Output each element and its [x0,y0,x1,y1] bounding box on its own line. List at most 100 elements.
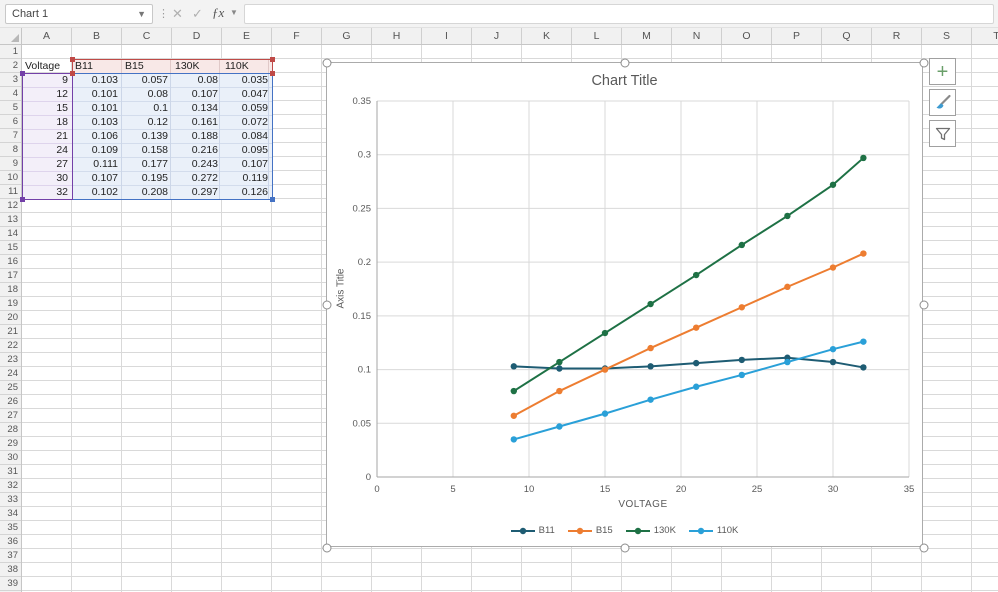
column-header-j[interactable]: J [472,28,522,44]
cell-value[interactable]: 0.272 [172,171,222,185]
row-header-17[interactable]: 17 [0,269,21,283]
data-point-130k[interactable] [829,181,837,188]
select-all-corner[interactable] [0,28,22,45]
data-point-130k[interactable] [601,329,609,337]
cell-value[interactable]: 0.08 [172,73,222,87]
cell-value[interactable]: 0.119 [222,171,272,185]
row-header-12[interactable]: 12 [0,199,21,213]
insert-function-icon[interactable]: ƒx [212,5,224,21]
cell-value[interactable]: 24 [22,143,72,157]
cell-value[interactable]: 0.243 [172,157,222,171]
column-header-n[interactable]: N [672,28,722,44]
row-header-1[interactable]: 1 [0,45,21,59]
row-header-2[interactable]: 2 [0,59,21,73]
cell-value[interactable]: 0.111 [72,157,122,171]
resize-handle-w[interactable] [322,300,332,310]
data-point-110k[interactable] [784,358,791,366]
row-header-15[interactable]: 15 [0,241,21,255]
cell-value[interactable]: 0.12 [122,115,172,129]
cell-value[interactable]: 0.188 [172,129,222,143]
column-header-t[interactable]: T [972,28,998,44]
row-header-19[interactable]: 19 [0,297,21,311]
chart-title[interactable]: Chart Title [327,73,922,89]
cell-value[interactable]: 0.08 [122,87,172,101]
data-point-110k[interactable] [601,410,609,417]
column-header-g[interactable]: G [322,28,372,44]
data-point-130k[interactable] [784,212,791,220]
data-point-b15[interactable] [738,304,745,311]
cell-series-header[interactable]: 130K [172,59,222,73]
row-header-4[interactable]: 4 [0,87,21,101]
column-header-r[interactable]: R [872,28,922,44]
cell-value[interactable]: 0.059 [222,101,272,115]
chart-legend[interactable]: B11 B15 130K 110K [327,525,922,536]
cell-value[interactable]: 0.208 [122,185,172,199]
series-line-b11[interactable] [512,356,865,370]
cell-value[interactable]: 0.072 [222,115,272,129]
row-header-35[interactable]: 35 [0,521,21,535]
row-header-5[interactable]: 5 [0,101,21,115]
cell-category-header[interactable]: Voltage [22,59,72,73]
cell-value[interactable]: 0.102 [72,185,122,199]
data-point-b11[interactable] [693,359,700,367]
data-point-110k[interactable] [510,436,517,443]
resize-handle-n[interactable] [620,58,630,68]
series-line-110k[interactable] [512,340,865,441]
row-header-20[interactable]: 20 [0,311,21,325]
cell-value[interactable]: 0.107 [222,157,272,171]
row-header-16[interactable]: 16 [0,255,21,269]
cell-value[interactable]: 0.139 [122,129,172,143]
cell-value[interactable]: 0.107 [172,87,222,101]
row-header-29[interactable]: 29 [0,437,21,451]
cell-value[interactable]: 12 [22,87,72,101]
row-header-8[interactable]: 8 [0,143,21,157]
resize-handle-se[interactable] [919,543,929,553]
data-point-b15[interactable] [784,283,791,291]
cell-value[interactable]: 0.103 [72,115,122,129]
column-header-b[interactable]: B [72,28,122,44]
column-header-k[interactable]: K [522,28,572,44]
cell-series-header[interactable]: 110K [222,59,272,73]
data-point-b11[interactable] [738,356,745,364]
chart-styles-button[interactable] [929,89,956,116]
data-point-b15[interactable] [829,264,837,271]
resize-handle-e[interactable] [919,300,929,310]
column-header-a[interactable]: A [22,28,72,44]
column-header-c[interactable]: C [122,28,172,44]
cell-value[interactable]: 0.095 [222,143,272,157]
name-box[interactable]: Chart 1 ▼ [5,4,153,24]
data-point-b15[interactable] [860,250,867,257]
row-header-6[interactable]: 6 [0,115,21,129]
column-header-l[interactable]: L [572,28,622,44]
row-header-31[interactable]: 31 [0,465,21,479]
data-point-b15[interactable] [693,324,700,331]
row-header-38[interactable]: 38 [0,563,21,577]
row-header-3[interactable]: 3 [0,73,21,87]
cell-value[interactable]: 27 [22,157,72,171]
chart-filters-button[interactable] [929,120,956,147]
data-point-130k[interactable] [556,358,563,366]
row-header-37[interactable]: 37 [0,549,21,563]
chart-elements-button[interactable]: + [929,58,956,85]
chevron-down-icon[interactable]: ▼ [137,9,146,19]
cell-series-header[interactable]: B11 [72,59,122,73]
column-header-q[interactable]: Q [822,28,872,44]
data-point-110k[interactable] [647,396,654,403]
row-header-23[interactable]: 23 [0,353,21,367]
row-header-26[interactable]: 26 [0,395,21,409]
data-point-b11[interactable] [829,358,837,366]
cell-value[interactable]: 0.126 [222,185,272,199]
data-point-130k[interactable] [647,300,654,308]
cell-value[interactable]: 32 [22,185,72,199]
resize-handle-sw[interactable] [322,543,332,553]
cell-value[interactable]: 9 [22,73,72,87]
legend-item-b11[interactable]: B11 [510,525,555,536]
data-point-b15[interactable] [556,387,563,395]
data-point-b11[interactable] [510,363,517,370]
cell-value[interactable]: 0.107 [72,171,122,185]
cell-value[interactable]: 0.084 [222,129,272,143]
row-header-30[interactable]: 30 [0,451,21,465]
cell-value[interactable]: 0.101 [72,87,122,101]
row-header-22[interactable]: 22 [0,339,21,353]
row-header-34[interactable]: 34 [0,507,21,521]
